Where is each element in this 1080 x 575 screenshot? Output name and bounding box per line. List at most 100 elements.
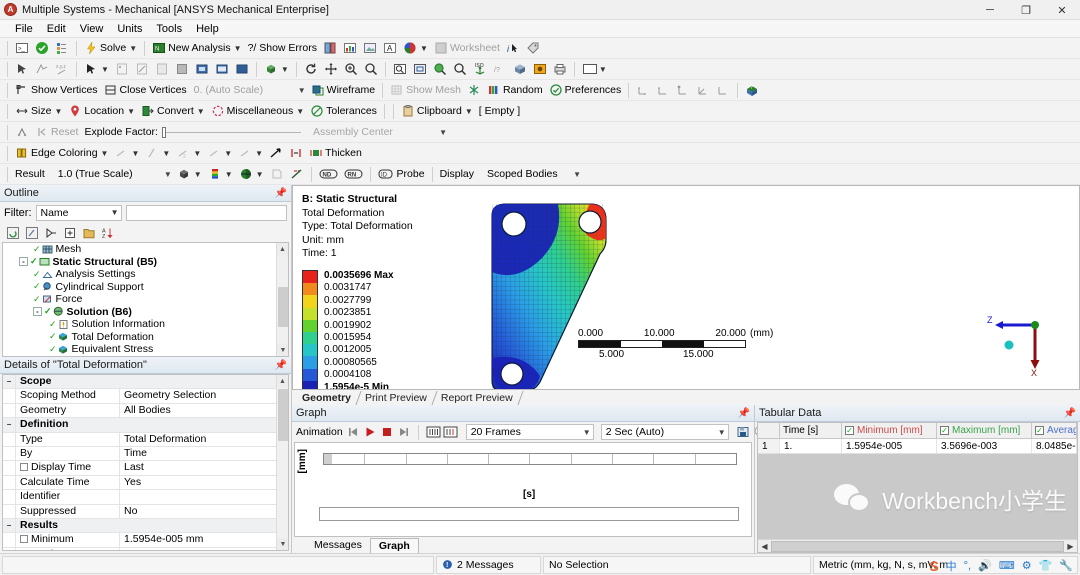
filter-type-select[interactable]: Name ▼	[35, 204, 122, 221]
export-video-icon[interactable]	[736, 425, 750, 439]
details-value[interactable]: All Bodies	[120, 404, 276, 417]
group-expander[interactable]: −	[3, 418, 16, 432]
random-colors-button[interactable]: Random	[484, 81, 546, 99]
view-cube-button[interactable]: ▼	[261, 60, 292, 78]
named-selection-button[interactable]	[320, 39, 340, 57]
image-button[interactable]	[360, 39, 380, 57]
rotate-button[interactable]	[301, 60, 321, 78]
graphics-viewport[interactable]: B: Static Structural Total Deformation T…	[292, 185, 1080, 390]
tab-report-preview[interactable]: Report Preview	[435, 391, 524, 405]
geometry-display-button[interactable]: ▼	[174, 165, 205, 183]
toolbox-icon[interactable]: ⚙	[1022, 559, 1032, 572]
edge-display-3[interactable]: 2 ▼	[173, 144, 204, 162]
location-button[interactable]: Location ▼	[65, 102, 138, 120]
average-column-checkbox[interactable]: ✓	[1035, 426, 1044, 435]
edge-direction-button[interactable]	[266, 144, 286, 162]
details-row[interactable]: By Time	[3, 446, 276, 462]
details-value[interactable]: Time	[120, 447, 276, 460]
details-value[interactable]: Yes	[120, 476, 276, 489]
hscrollbar-thumb[interactable]	[771, 540, 1064, 552]
chevron-down-icon[interactable]: ▼	[573, 170, 581, 179]
details-row[interactable]: Calculate Time History Yes	[3, 475, 276, 491]
chevron-down-icon[interactable]: ▼	[197, 107, 205, 116]
chevron-down-icon[interactable]: ▼	[129, 44, 137, 53]
details-value[interactable]	[120, 490, 276, 503]
menu-file[interactable]: File	[8, 22, 40, 36]
console-button[interactable]: >_	[12, 39, 32, 57]
edge-coloring-button[interactable]: Edge Coloring ▼	[12, 144, 111, 162]
edges-display-button[interactable]: ▼	[236, 165, 267, 183]
explode-factor-slider[interactable]	[161, 123, 301, 141]
max-annotation-button[interactable]: ND	[316, 165, 341, 183]
zoom-in-button[interactable]	[341, 60, 361, 78]
scroll-down-icon[interactable]: ▼	[277, 538, 288, 550]
axis-button-3[interactable]	[673, 81, 693, 99]
iso-view-button[interactable]: ISO	[470, 60, 490, 78]
details-value[interactable]: Last	[120, 461, 276, 474]
edge-display-2[interactable]: ▼	[142, 144, 173, 162]
coordinate-triad[interactable]: Z X	[987, 315, 1053, 377]
chevron-down-icon[interactable]: ▼	[164, 170, 172, 179]
skip-back-icon[interactable]	[346, 425, 360, 439]
edge-thickness-button[interactable]	[286, 144, 306, 162]
frames-combo[interactable]: 20 Frames ▼	[465, 424, 594, 440]
edge-display-1[interactable]: ▼	[111, 144, 142, 162]
tree-expander[interactable]: -	[19, 257, 28, 267]
edge-display-5[interactable]: ▼	[235, 144, 266, 162]
menu-units[interactable]: Units	[110, 22, 149, 36]
pin-icon[interactable]: 📌	[275, 188, 287, 199]
details-row[interactable]: Minimum 1.5954e-005 mm	[3, 533, 276, 548]
details-row[interactable]: Display Time Last	[3, 461, 276, 476]
minimize-button[interactable]: ─	[972, 0, 1008, 20]
chevron-down-icon[interactable]: ▼	[225, 170, 233, 179]
select-body-button[interactable]	[172, 60, 192, 78]
keyboard-icon[interactable]: ⌨	[999, 559, 1015, 572]
chevron-down-icon[interactable]: ▼	[256, 170, 264, 179]
col-maximum[interactable]: ✓ Maximum [mm]	[937, 423, 1032, 438]
details-value[interactable]: Geometry Selection	[120, 389, 276, 402]
tree-item-equivalent-stress[interactable]: ✓ Equivalent Stress	[3, 343, 276, 356]
tree-item-solution[interactable]: - ✓ Solution (B6)	[3, 306, 276, 319]
maximum-column-checkbox[interactable]: ✓	[940, 426, 949, 435]
axis-button-1[interactable]	[633, 81, 653, 99]
print-button[interactable]	[550, 60, 570, 78]
scroll-down-icon[interactable]: ▼	[277, 344, 288, 356]
scroll-up-icon[interactable]: ▲	[277, 375, 288, 387]
show-vertices-button[interactable]: Show Vertices	[12, 81, 101, 99]
cycle-animation-icon[interactable]	[443, 425, 458, 439]
play-icon[interactable]	[363, 425, 377, 439]
new-analysis-button[interactable]: N New Analysis ▼	[149, 39, 244, 57]
size-button[interactable]: Size ▼	[12, 102, 65, 120]
axis-button-5[interactable]	[713, 81, 733, 99]
tolerances-button[interactable]: Tolerances	[307, 102, 380, 120]
thicken-button[interactable]: Thicken	[306, 144, 365, 162]
ime-toolbar[interactable]: S 中 °, 🔊 ⌨ ⚙ 👕 🔧	[923, 557, 1073, 573]
undo-view-button[interactable]: /?	[490, 60, 510, 78]
folder-icon[interactable]	[82, 226, 96, 240]
microphone-icon[interactable]: 🔊	[978, 559, 992, 572]
chart-button[interactable]	[340, 39, 360, 57]
chevron-down-icon[interactable]: ▼	[54, 107, 62, 116]
punctuation-icon[interactable]: °,	[964, 560, 971, 572]
zoom-to-fit-button[interactable]	[430, 60, 450, 78]
axis-button-4[interactable]	[693, 81, 713, 99]
menu-edit[interactable]: Edit	[40, 22, 73, 36]
select-edge-button[interactable]	[132, 60, 152, 78]
chevron-down-icon[interactable]: ▼	[718, 428, 726, 437]
details-group-definition[interactable]: − Definition	[3, 418, 276, 433]
filter-search-input[interactable]	[125, 204, 287, 221]
vector-display-button[interactable]	[287, 165, 307, 183]
chevron-down-icon[interactable]: ▼	[298, 86, 306, 95]
slider-thumb[interactable]	[161, 127, 166, 138]
outline-tree[interactable]: ✓ Mesh - ✓ Static Structural (B5) ✓ Anal…	[2, 242, 289, 357]
miscellaneous-button[interactable]: Miscellaneous ▼	[208, 102, 307, 120]
extend-button[interactable]	[32, 60, 52, 78]
sogou-icon[interactable]: S	[929, 558, 938, 573]
tree-item-total-deformation[interactable]: ✓ Total Deformation	[3, 331, 276, 344]
pin-icon[interactable]: 📌	[1064, 408, 1076, 419]
details-scrollbar[interactable]: ▲ ▼	[276, 375, 288, 550]
refresh-tree-icon[interactable]	[6, 226, 20, 240]
display-time-checkbox[interactable]	[20, 463, 28, 472]
probe-button[interactable]: ID Probe	[375, 165, 428, 183]
minimum-checkbox[interactable]	[20, 535, 28, 544]
